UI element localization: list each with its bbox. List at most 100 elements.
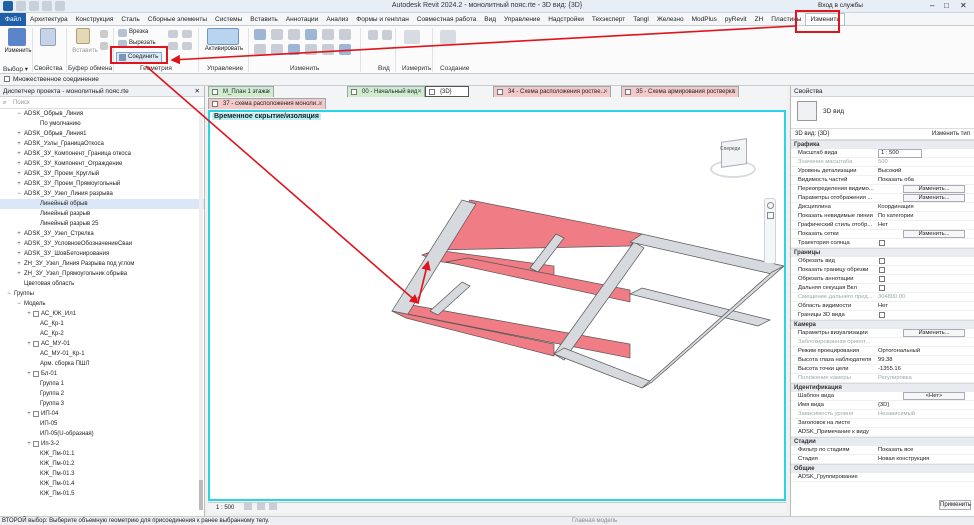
instance-select[interactable]: 3D вид: {3D} — [795, 129, 829, 140]
browser-tree-item[interactable]: − Модель — [0, 299, 204, 309]
edit-type-button[interactable]: Изменить тип — [932, 129, 970, 140]
cope-button[interactable]: Врезка — [129, 29, 148, 35]
activate-button[interactable]: Активировать — [202, 46, 246, 52]
property-row[interactable]: Заголовок на листе — [791, 419, 974, 428]
browser-tree-item[interactable]: Арм. сборка ПШЛ — [0, 359, 204, 369]
gray-beam[interactable] — [641, 265, 784, 389]
browser-tree-item[interactable]: + ADSK_ЗУ_Проем_Круглый — [0, 169, 204, 179]
property-row[interactable]: Положение камеры Регулировка — [791, 374, 974, 383]
gray-beam[interactable] — [429, 281, 471, 316]
properties-section-header[interactable]: Границы — [791, 248, 974, 257]
properties-section-header[interactable]: Графика — [791, 140, 974, 149]
tab-8[interactable]: Формы и генплан — [352, 16, 413, 23]
view-tool-icon[interactable] — [368, 30, 378, 40]
geometry-tool-icon[interactable] — [182, 42, 192, 50]
expand-icon[interactable]: + — [26, 339, 32, 349]
expand-icon[interactable]: + — [16, 259, 22, 269]
property-row[interactable]: Траектория солнца — [791, 239, 974, 248]
tab-9[interactable]: Совместная работа — [413, 16, 480, 23]
property-value[interactable]: Высокий — [878, 167, 972, 176]
view-scale[interactable]: 1 : 500 — [208, 505, 234, 511]
browser-tree-item[interactable]: АС_Кр-2 — [0, 329, 204, 339]
tab-4[interactable]: Системы — [211, 16, 246, 23]
property-row[interactable]: Имя вида {3D} — [791, 401, 974, 410]
paste-icon[interactable] — [76, 28, 90, 44]
browser-search-input[interactable]: ⌕ Поиск — [0, 97, 204, 109]
property-row[interactable]: Смещение дальнего пред... 304800.00 — [791, 293, 974, 302]
property-row[interactable]: Режим проецирования Ортогональный — [791, 347, 974, 356]
property-checkbox[interactable] — [879, 285, 885, 291]
detail-level-icon[interactable] — [244, 503, 253, 510]
modify-button[interactable]: Изменить — [2, 48, 34, 54]
modify-tool-icon[interactable] — [339, 29, 351, 40]
browser-tree-item[interactable]: Группа 2 — [0, 389, 204, 399]
tab-0[interactable]: Архитектура — [26, 16, 72, 23]
property-edit-button[interactable]: Изменить... — [903, 185, 965, 193]
tab-3[interactable]: Сборные элементы — [144, 16, 211, 23]
geometry-tool-icon[interactable] — [168, 42, 178, 50]
property-row[interactable]: Обрезать аннотации — [791, 275, 974, 284]
modify-tool-icon[interactable] — [305, 44, 317, 55]
expand-icon[interactable]: + — [16, 239, 22, 249]
browser-tree-item[interactable]: Линейный обрыв — [0, 199, 204, 209]
browser-tree-item[interactable]: КЖ_Пм-01.3 — [0, 469, 204, 479]
property-edit-button[interactable]: <Нет> — [903, 392, 965, 400]
group-label-select[interactable]: Выбор ▾ — [3, 65, 28, 73]
close-tab-icon[interactable]: ✕ — [318, 99, 323, 109]
create-icon[interactable] — [440, 30, 456, 44]
collapse-icon[interactable]: − — [16, 109, 22, 119]
zoom-icon[interactable] — [767, 212, 774, 219]
modify-tool-icon[interactable] — [254, 44, 266, 55]
close-tab-icon[interactable]: ✕ — [731, 87, 736, 97]
property-row[interactable]: Шаблон вида <Нет> — [791, 392, 974, 401]
property-row[interactable]: Масштаб вида 1 : 500 — [791, 149, 974, 158]
expand-icon[interactable]: + — [16, 139, 22, 149]
expand-icon[interactable]: + — [26, 369, 32, 379]
property-row[interactable]: Высота глаза наблюдателя 99.38 — [791, 356, 974, 365]
tab-10[interactable]: Вид — [480, 16, 500, 23]
property-value[interactable]: Нет — [878, 302, 972, 311]
tab-16[interactable]: ModPlus — [688, 16, 721, 23]
view-cube-face[interactable] — [721, 138, 747, 168]
browser-tree-item[interactable]: + ADSK_ЗУ_Проем_Прямоугольный — [0, 179, 204, 189]
browser-scrollbar[interactable] — [199, 110, 203, 510]
close-icon[interactable]: ✕ — [195, 86, 200, 97]
modify-arrow-icon[interactable] — [8, 28, 26, 46]
expand-icon[interactable]: + — [16, 269, 22, 279]
property-value[interactable]: По категории — [878, 212, 972, 221]
property-row[interactable]: Значение масштаба 500 — [791, 158, 974, 167]
view-tab[interactable]: 37 - схема расположения моноли... ✕ — [208, 98, 326, 109]
browser-tree-item[interactable]: Цветовая область — [0, 279, 204, 289]
activate-icon[interactable] — [207, 28, 239, 45]
expand-icon[interactable]: + — [16, 179, 22, 189]
property-row[interactable]: Показать невидимые линии По категории — [791, 212, 974, 221]
property-value[interactable]: Ортогональный — [878, 347, 972, 356]
property-checkbox[interactable] — [879, 312, 885, 318]
tab-file[interactable]: Файл — [0, 12, 26, 26]
tab-5[interactable]: Вставить — [246, 16, 282, 23]
property-edit-button[interactable]: Изменить... — [903, 230, 965, 238]
close-button[interactable]: ✕ — [960, 1, 967, 10]
browser-tree-item[interactable]: АС_МУ-01_Кр-1 — [0, 349, 204, 359]
property-value[interactable]: Новая конструкция — [878, 455, 972, 464]
cope-icon[interactable] — [118, 29, 127, 37]
browser-tree-item[interactable]: + ADSK_ЗУ_Компонент_Ограждение — [0, 159, 204, 169]
browser-tree-item[interactable]: + ZH_ЗУ_Узел_Линия Разрыва под углом — [0, 259, 204, 269]
maximize-button[interactable]: □ — [944, 1, 949, 10]
close-tab-icon[interactable]: ✕ — [603, 87, 608, 97]
properties-section-header[interactable]: Идентификация — [791, 383, 974, 392]
property-value[interactable]: Нет — [878, 221, 972, 230]
browser-tree-item[interactable]: + ADSK_ЗУ_ШовБетонирования — [0, 249, 204, 259]
measure-icon[interactable] — [404, 30, 420, 44]
property-row[interactable]: Границы 3D вида — [791, 311, 974, 320]
geometry-tool-icon[interactable] — [182, 30, 192, 38]
steering-wheel-icon[interactable] — [767, 202, 774, 209]
browser-tree-item[interactable]: + Ип-3-2 — [0, 439, 204, 449]
modify-tool-icon[interactable] — [339, 44, 351, 55]
tab-11[interactable]: Управление — [500, 16, 544, 23]
property-checkbox[interactable] — [879, 267, 885, 273]
property-row[interactable]: Переопределения видимо... Изменить... — [791, 185, 974, 194]
browser-tree-item[interactable]: Линейный разрыв 25 — [0, 219, 204, 229]
collapse-icon[interactable]: − — [6, 289, 12, 299]
browser-tree-item[interactable]: − ADSK_ЗУ_Узел_Линия разрыва — [0, 189, 204, 199]
